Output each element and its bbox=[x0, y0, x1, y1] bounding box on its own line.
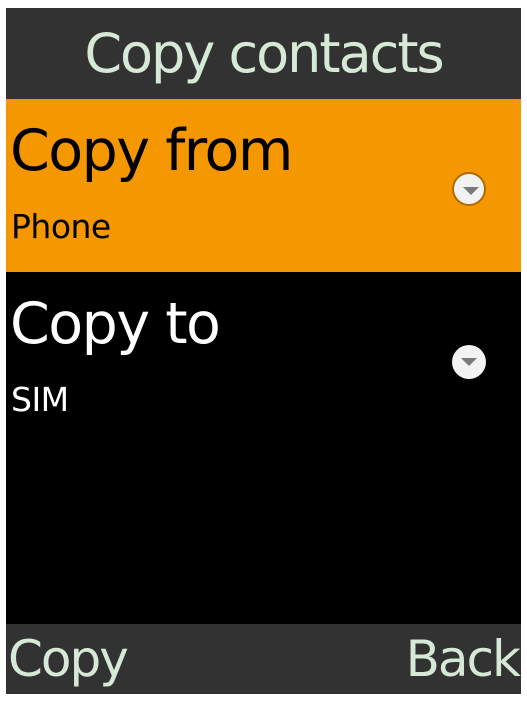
phone-screen: Copy contacts Copy from Phone Copy to SI… bbox=[6, 8, 521, 694]
page-title: Copy contacts bbox=[84, 22, 444, 85]
list-item-copy-from[interactable]: Copy from Phone bbox=[6, 99, 521, 272]
list-item-copy-to[interactable]: Copy to SIM bbox=[6, 272, 521, 445]
copy-from-value: Phone bbox=[11, 207, 111, 246]
copy-from-label: Copy from bbox=[10, 118, 293, 184]
softkey-bar: Copy Back bbox=[6, 624, 521, 694]
chevron-down-icon[interactable] bbox=[452, 172, 486, 206]
copy-to-value: SIM bbox=[11, 380, 69, 419]
back-softkey[interactable]: Back bbox=[406, 628, 521, 690]
header-bar: Copy contacts bbox=[6, 8, 521, 99]
copy-to-label: Copy to bbox=[10, 291, 221, 357]
copy-softkey[interactable]: Copy bbox=[8, 628, 129, 690]
chevron-down-icon[interactable] bbox=[452, 345, 486, 379]
